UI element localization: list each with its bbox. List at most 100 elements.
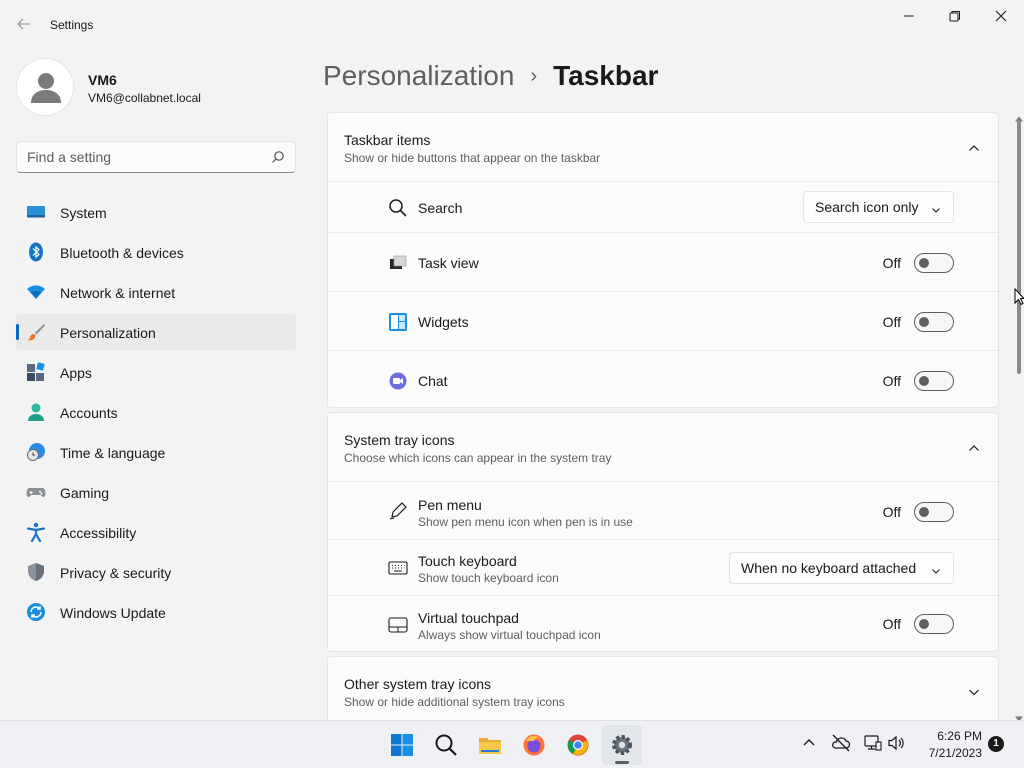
accessibility-icon: [26, 522, 46, 543]
sidebar-item-label: Network & internet: [60, 285, 176, 301]
chevron-up-icon[interactable]: [799, 733, 819, 753]
sidebar-item-accounts[interactable]: Accounts: [16, 394, 296, 430]
toggle-knob: [919, 317, 929, 327]
network-icon[interactable]: [863, 733, 883, 753]
close-icon: [995, 10, 1007, 22]
chat-toggle[interactable]: [914, 371, 954, 391]
card-title: Other system tray icons: [344, 676, 492, 692]
chrome-icon: [567, 734, 589, 756]
scroll-down-arrow-icon[interactable]: [1015, 710, 1023, 722]
sidebar-item-label: Privacy & security: [60, 565, 172, 581]
back-arrow-icon: [17, 18, 30, 30]
user-email: VM6@collabnet.local: [88, 91, 201, 105]
chat-row: Chat Off: [328, 350, 998, 407]
back-button[interactable]: [12, 12, 36, 36]
chevron-down-icon: [931, 202, 941, 213]
toggle-state-label: Off: [882, 255, 901, 271]
other-tray-card[interactable]: Other system tray icons Show or hide add…: [327, 656, 999, 720]
accounts-icon: [26, 402, 46, 422]
row-label: Task view: [418, 255, 479, 271]
notification-badge[interactable]: 1: [988, 736, 1004, 752]
chat-icon: [388, 371, 408, 391]
breadcrumb-parent[interactable]: Personalization: [323, 60, 514, 92]
card-title: System tray icons: [344, 432, 455, 448]
firefox-button[interactable]: [514, 725, 554, 765]
close-button[interactable]: [978, 4, 1024, 28]
sidebar-item-bluetooth[interactable]: Bluetooth & devices: [16, 234, 296, 270]
apps-icon: [26, 362, 46, 382]
scrollbar-thumb[interactable]: [1017, 120, 1021, 374]
scroll-up-arrow-icon[interactable]: [1015, 110, 1023, 122]
breadcrumb-separator: ›: [530, 64, 538, 87]
task-view-toggle[interactable]: [914, 253, 954, 273]
app-title: Settings: [50, 18, 94, 32]
virtual-touchpad-row: Virtual touchpad Always show virtual tou…: [328, 595, 998, 651]
taskbar-search-button[interactable]: [426, 725, 466, 765]
avatar[interactable]: [16, 58, 74, 116]
onedrive-offline-icon[interactable]: [831, 733, 851, 753]
volume-icon[interactable]: [886, 733, 906, 753]
sidebar-item-gaming[interactable]: Gaming: [16, 474, 296, 510]
sidebar-item-windows-update[interactable]: Windows Update: [16, 594, 296, 630]
sidebar-item-label: Time & language: [60, 445, 166, 461]
sidebar-item-time-language[interactable]: Time & language: [16, 434, 296, 470]
minimize-icon: [904, 15, 914, 17]
row-label: Touch keyboard: [418, 553, 517, 569]
sidebar-item-apps[interactable]: Apps: [16, 354, 296, 390]
sidebar-item-label: Windows Update: [60, 605, 166, 621]
sidebar-item-system[interactable]: System: [16, 194, 296, 230]
start-button[interactable]: [382, 725, 422, 765]
other-tray-header[interactable]: Other system tray icons Show or hide add…: [328, 657, 998, 720]
user-avatar-icon: [31, 73, 61, 103]
search-row: Search Search icon only: [328, 181, 998, 232]
widgets-row: Widgets Off: [328, 291, 998, 350]
pen-icon: [388, 501, 408, 521]
virtual-touchpad-toggle[interactable]: [914, 614, 954, 634]
settings-app-button[interactable]: [602, 725, 642, 765]
search-box[interactable]: [16, 141, 296, 173]
chrome-button[interactable]: [558, 725, 598, 765]
scrollbar[interactable]: [1012, 108, 1024, 722]
clock-time[interactable]: 6:26 PM: [922, 729, 982, 743]
widgets-toggle[interactable]: [914, 312, 954, 332]
title-bar: Settings: [0, 0, 1024, 48]
card-title: Taskbar items: [344, 132, 431, 148]
restore-button[interactable]: [932, 4, 978, 28]
row-label: Chat: [418, 373, 448, 389]
touch-keyboard-dropdown[interactable]: When no keyboard attached: [729, 552, 954, 584]
chevron-down-icon[interactable]: [968, 685, 980, 697]
sidebar-item-label: Apps: [60, 365, 92, 381]
keyboard-icon: [388, 558, 408, 578]
touch-keyboard-row: Touch keyboard Show touch keyboard icon …: [328, 539, 998, 595]
taskbar-items-card: Taskbar items Show or hide buttons that …: [327, 112, 999, 408]
file-explorer-button[interactable]: [470, 725, 510, 765]
user-name: VM6: [88, 72, 117, 88]
pen-menu-toggle[interactable]: [914, 502, 954, 522]
row-description: Show pen menu icon when pen is in use: [418, 515, 633, 529]
breadcrumb: Personalization › Taskbar: [323, 58, 658, 94]
system-tray-card: System tray icons Choose which icons can…: [327, 412, 999, 652]
chevron-up-icon[interactable]: [968, 141, 980, 153]
touchpad-icon: [388, 615, 408, 635]
sidebar-item-accessibility[interactable]: Accessibility: [16, 514, 296, 550]
sidebar-item-personalization[interactable]: Personalization: [16, 314, 296, 350]
dropdown-value: Search icon only: [815, 199, 919, 215]
search-mode-dropdown[interactable]: Search icon only: [803, 191, 954, 223]
chevron-down-icon: [931, 563, 941, 574]
mouse-cursor-icon: [1014, 288, 1024, 306]
clock-date[interactable]: 7/21/2023: [916, 746, 982, 760]
sidebar-item-privacy[interactable]: Privacy & security: [16, 554, 296, 590]
globe-clock-icon: [26, 442, 46, 462]
taskbar-items-header[interactable]: Taskbar items Show or hide buttons that …: [328, 113, 998, 181]
toggle-knob: [919, 376, 929, 386]
search-input[interactable]: [17, 142, 257, 172]
minimize-button[interactable]: [886, 4, 932, 28]
sidebar-item-network[interactable]: Network & internet: [16, 274, 296, 310]
row-label: Search: [418, 200, 463, 216]
chevron-up-icon[interactable]: [968, 441, 980, 453]
toggle-state-label: Off: [882, 373, 901, 389]
toggle-knob: [919, 258, 929, 268]
sidebar-item-label: Accessibility: [60, 525, 137, 541]
system-tray-header[interactable]: System tray icons Choose which icons can…: [328, 413, 998, 481]
card-subtitle: Choose which icons can appear in the sys…: [344, 451, 612, 465]
